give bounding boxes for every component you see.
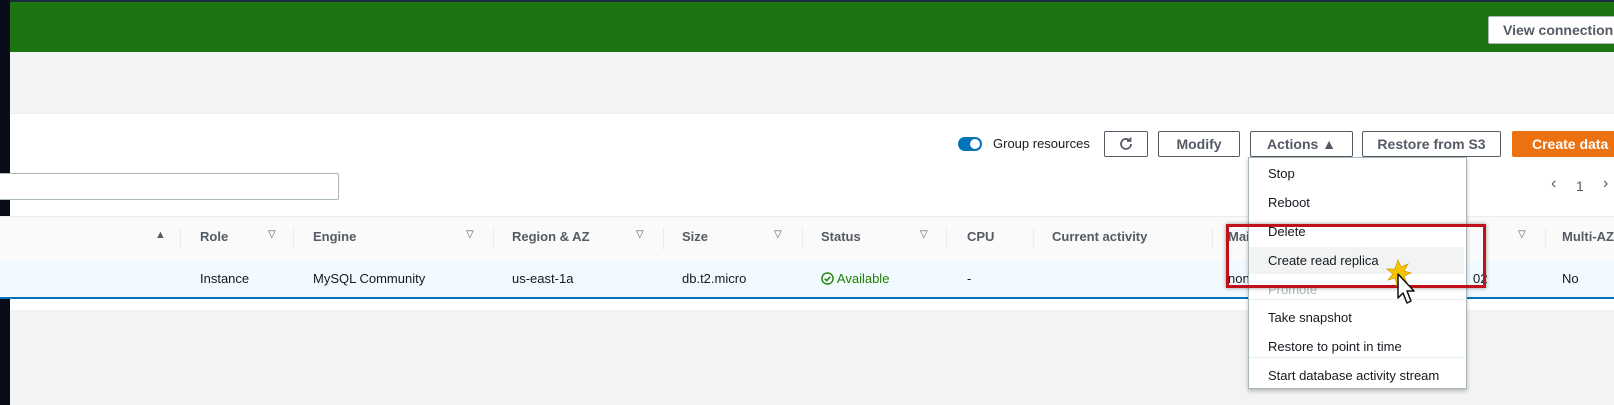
- menu-item-take-snapshot[interactable]: Take snapshot: [1268, 310, 1352, 325]
- column-region-az[interactable]: Region & AZ: [512, 229, 590, 244]
- menu-item-restore-point-in-time[interactable]: Restore to point in time: [1268, 339, 1402, 354]
- menu-item-start-activity-stream[interactable]: Start database activity stream: [1268, 368, 1439, 383]
- menu-divider: [1249, 299, 1464, 300]
- chevron-right-icon[interactable]: ›: [1603, 175, 1608, 193]
- menu-item-reboot[interactable]: Reboot: [1268, 195, 1310, 210]
- column-divider: [1212, 228, 1213, 250]
- sort-icon[interactable]: ▽: [920, 229, 928, 240]
- menu-item-stop[interactable]: Stop: [1268, 166, 1295, 181]
- cell-engine: MySQL Community: [313, 271, 426, 286]
- cell-region: us-east-1a: [512, 271, 574, 286]
- create-database-button[interactable]: Create data: [1512, 131, 1614, 157]
- sort-asc-icon[interactable]: ▲: [155, 229, 166, 241]
- group-resources-toggle[interactable]: [958, 137, 982, 151]
- column-divider: [293, 228, 294, 250]
- cell-size: db.t2.micro: [682, 271, 747, 286]
- sort-icon[interactable]: ▽: [466, 229, 474, 240]
- cell-status: Available: [821, 271, 889, 286]
- refresh-icon: [1120, 137, 1132, 150]
- cell-cpu: -: [967, 271, 972, 286]
- top-banner: View connection: [10, 0, 1614, 52]
- sort-icon[interactable]: ▽: [268, 229, 276, 240]
- column-divider: [802, 228, 803, 250]
- modify-button[interactable]: Modify: [1158, 131, 1240, 157]
- column-engine[interactable]: Engine: [313, 229, 356, 244]
- column-cpu[interactable]: CPU: [967, 229, 994, 244]
- column-divider: [493, 228, 494, 250]
- column-divider: [946, 228, 947, 250]
- column-role[interactable]: Role: [200, 229, 228, 244]
- view-connection-button[interactable]: View connection: [1488, 16, 1614, 44]
- chevron-left-icon[interactable]: ‹: [1551, 175, 1556, 193]
- column-current-activity[interactable]: Current activity: [1052, 229, 1147, 244]
- mouse-cursor-icon: [1385, 258, 1415, 304]
- page-number[interactable]: 1: [1576, 178, 1584, 194]
- column-divider: [1033, 228, 1034, 250]
- column-divider: [180, 228, 181, 250]
- cell-multi-az: No: [1562, 271, 1579, 286]
- search-input[interactable]: [0, 173, 339, 200]
- sort-icon[interactable]: ▽: [774, 229, 782, 240]
- actions-button[interactable]: Actions ▲: [1250, 131, 1353, 157]
- status-label: Available: [836, 271, 890, 286]
- group-resources-label: Group resources: [993, 136, 1090, 151]
- column-size[interactable]: Size: [682, 229, 708, 244]
- check-circle-icon: [821, 272, 834, 285]
- sort-icon[interactable]: ▽: [636, 229, 644, 240]
- refresh-button[interactable]: [1104, 131, 1148, 157]
- column-status[interactable]: Status: [821, 229, 861, 244]
- menu-divider: [1249, 357, 1464, 358]
- restore-from-s3-button[interactable]: Restore from S3: [1362, 131, 1501, 157]
- cell-role: Instance: [200, 271, 250, 286]
- sort-icon[interactable]: ▽: [1518, 229, 1526, 240]
- highlight-box: [1226, 224, 1486, 288]
- column-divider: [663, 228, 664, 250]
- column-divider: [1545, 228, 1546, 250]
- column-multi-az[interactable]: Multi-AZ: [1562, 229, 1614, 244]
